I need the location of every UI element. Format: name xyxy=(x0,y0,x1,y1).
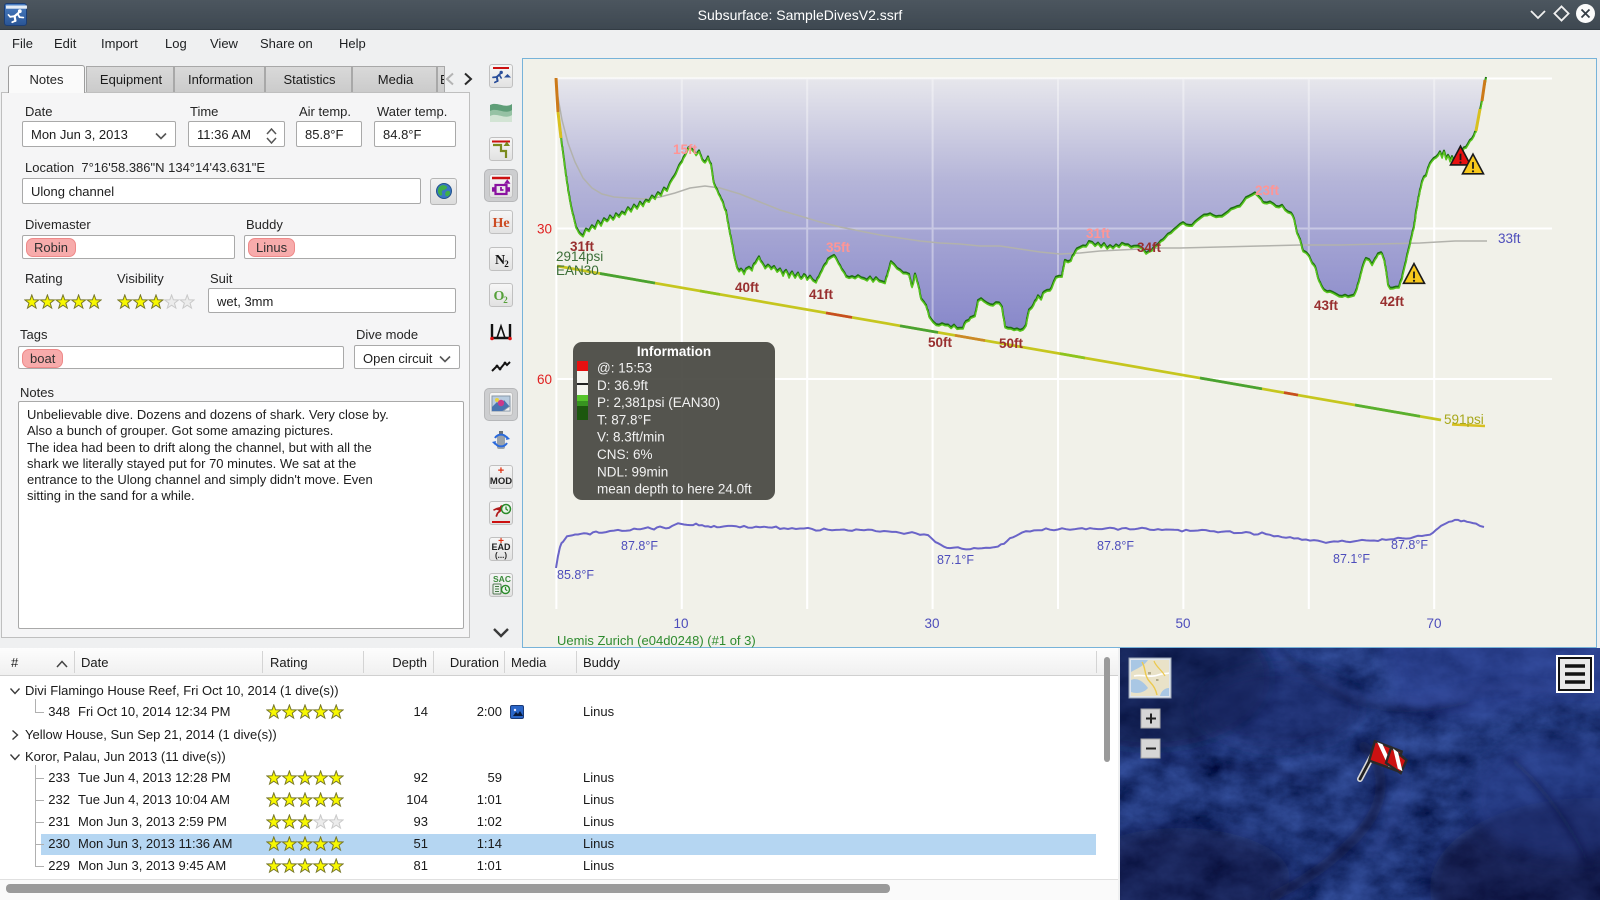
svg-text:87.1°F: 87.1°F xyxy=(1333,552,1370,566)
svg-text:@: 15:53: @: 15:53 xyxy=(597,361,652,376)
svg-text:30: 30 xyxy=(537,222,552,237)
svg-text:+: + xyxy=(498,465,504,477)
svg-text:+: + xyxy=(498,537,504,547)
svg-text:40ft: 40ft xyxy=(735,280,760,295)
svg-text:31ft: 31ft xyxy=(1086,226,1111,241)
svg-text:mean depth to here 24.0ft: mean depth to here 24.0ft xyxy=(597,482,752,497)
svg-text:P: 2,381psi (EAN30): P: 2,381psi (EAN30) xyxy=(597,395,720,410)
svg-text:87.1°F: 87.1°F xyxy=(937,553,974,567)
svg-text:87.8°F: 87.8°F xyxy=(621,539,658,553)
svg-text:50: 50 xyxy=(1175,616,1190,631)
svg-text:43ft: 43ft xyxy=(1314,298,1339,313)
svg-text:2: 2 xyxy=(504,259,509,269)
svg-text:42ft: 42ft xyxy=(1380,294,1405,309)
svg-text:15ft: 15ft xyxy=(673,142,698,157)
svg-text:He: He xyxy=(492,216,509,231)
svg-text:CNS: 6%: CNS: 6% xyxy=(597,447,653,462)
svg-text:MOD: MOD xyxy=(490,476,512,487)
svg-text:87.8°F: 87.8°F xyxy=(1391,538,1428,552)
svg-text:2: 2 xyxy=(503,295,508,305)
svg-text:50ft: 50ft xyxy=(928,335,953,350)
svg-text:EAN30: EAN30 xyxy=(556,263,599,278)
svg-text:33ft: 33ft xyxy=(1498,231,1521,246)
svg-text:D: 36.9ft: D: 36.9ft xyxy=(597,378,648,393)
svg-text:Information: Information xyxy=(637,344,711,359)
svg-text:V: 8.3ft/min: V: 8.3ft/min xyxy=(597,430,665,445)
svg-text:NDL: 99min: NDL: 99min xyxy=(597,464,668,479)
svg-text:34ft: 34ft xyxy=(1137,240,1162,255)
svg-text:10: 10 xyxy=(673,616,688,631)
svg-text:85.8°F: 85.8°F xyxy=(557,568,594,582)
svg-text:31ft: 31ft xyxy=(570,239,595,254)
svg-text:60: 60 xyxy=(537,372,552,387)
svg-text:70: 70 xyxy=(1426,616,1441,631)
svg-text:30: 30 xyxy=(924,616,939,631)
svg-text:35ft: 35ft xyxy=(826,240,851,255)
svg-text:591psi: 591psi xyxy=(1444,412,1484,427)
svg-text:SAC: SAC xyxy=(493,574,511,584)
svg-text:87.8°F: 87.8°F xyxy=(1097,539,1134,553)
svg-text:(...): (...) xyxy=(495,551,507,560)
svg-text:50ft: 50ft xyxy=(999,336,1024,351)
svg-text:23ft: 23ft xyxy=(1255,183,1280,198)
svg-text:41ft: 41ft xyxy=(809,287,834,302)
svg-text:Uemis Zurich (e04d0248) (#1 of: Uemis Zurich (e04d0248) (#1 of 3) xyxy=(557,633,756,648)
svg-text:T: 87.8°F: T: 87.8°F xyxy=(597,412,651,427)
